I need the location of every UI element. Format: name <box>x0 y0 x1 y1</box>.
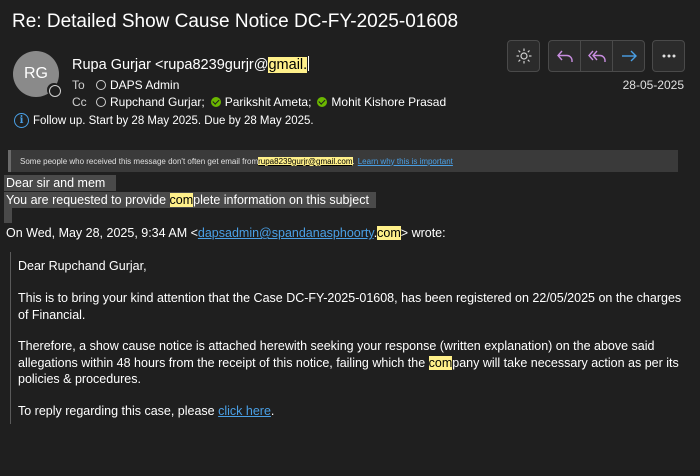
recipient-name: Parikshit Ameta; <box>224 95 312 109</box>
recipient-daps-admin[interactable]: DAPS Admin <box>96 78 179 92</box>
quoted-paragraph-2: Therefore, a show cause notice is attach… <box>18 338 686 388</box>
request-text: You are requested to provide <box>6 193 170 207</box>
more-icon[interactable] <box>653 41 684 71</box>
learn-why-link[interactable]: Learn why this is important <box>358 157 453 166</box>
presence-unknown-icon <box>96 97 106 107</box>
text-caret <box>308 56 310 71</box>
toolbar-reply-group <box>548 40 645 72</box>
forward-icon[interactable] <box>613 41 644 71</box>
quoted-paragraph-1: This is to bring your kind attention tha… <box>18 291 682 322</box>
wrote-prefix: On Wed, May 28, 2025, 9:34 AM < <box>6 226 198 240</box>
presence-status <box>47 83 61 97</box>
banner-period: . <box>352 156 355 166</box>
external-sender-banner: Some people who received this message do… <box>8 150 678 172</box>
body-greeting: Dear sir and mem <box>4 175 116 191</box>
wrote-highlight: com <box>377 226 401 240</box>
sender[interactable]: Rupa Gurjar <rupa8239gurjr@gmail. <box>72 56 310 73</box>
recipient-mohit[interactable]: Mohit Kishore Prasad <box>317 95 446 109</box>
sender-email-link[interactable]: dapsadmin@spandanasphoorty <box>198 226 374 240</box>
recipient-name: DAPS Admin <box>110 78 180 92</box>
recipient-rupchand[interactable]: Rupchand Gurjar; <box>96 95 205 109</box>
banner-accent <box>8 150 11 172</box>
para3-period: . <box>270 404 275 418</box>
body-request: You are requested to provide complete in… <box>4 192 376 208</box>
request-text-end: plete information on this subject <box>193 193 369 207</box>
cc-row: Cc Rupchand Gurjar; Parikshit Ameta; Moh… <box>72 95 452 109</box>
sender-highlight: gmail. <box>268 57 308 73</box>
info-icon: i <box>14 113 29 128</box>
to-row: To DAPS Admin <box>72 78 185 92</box>
recipient-name: Mohit Kishore Prasad <box>331 95 447 109</box>
quoted-paragraph-3: To reply regarding this case, please cli… <box>18 403 678 420</box>
email-subject: Re: Detailed Show Cause Notice DC-FY-202… <box>12 11 459 32</box>
wrote-suffix: > wrote: <box>400 226 446 240</box>
quote-bar <box>10 252 11 424</box>
para3-text: To reply regarding this case, please <box>18 404 219 418</box>
toolbar-sun-group <box>507 40 540 72</box>
sender-name: Rupa Gurjar <rupa8239gurjr@ <box>72 57 269 73</box>
reply-all-icon[interactable] <box>581 41 612 71</box>
followup-flag: i Follow up. Start by 28 May 2025. Due b… <box>14 113 314 128</box>
request-highlight: com <box>169 193 194 207</box>
selection-bar <box>4 208 12 223</box>
recipient-parikshit[interactable]: Parikshit Ameta; <box>210 95 312 109</box>
verified-check-icon <box>317 97 328 107</box>
reply-icon[interactable] <box>549 41 580 71</box>
followup-text: Follow up. Start by 28 May 2025. Due by … <box>33 114 314 127</box>
quoted-salutation: Dear Rupchand Gurjar, <box>18 259 147 273</box>
sun-icon[interactable] <box>508 41 539 71</box>
avatar-initials: RG <box>24 65 48 82</box>
presence-unknown-icon <box>96 80 106 90</box>
banner-email: rupa8239gurjr@gmail.com <box>258 156 353 166</box>
cc-label: Cc <box>72 95 87 109</box>
recipient-name: Rupchand Gurjar; <box>110 95 205 109</box>
toolbar-more-group <box>652 40 685 72</box>
email-date: 28-05-2025 <box>622 78 684 92</box>
verified-check-icon <box>210 97 221 107</box>
para2-highlight: com <box>428 355 453 370</box>
click-here-link[interactable]: click here <box>218 404 271 418</box>
to-label: To <box>72 78 85 92</box>
wrote-line: On Wed, May 28, 2025, 9:34 AM <dapsadmin… <box>6 226 446 240</box>
banner-text: Some people who received this message do… <box>20 156 259 166</box>
